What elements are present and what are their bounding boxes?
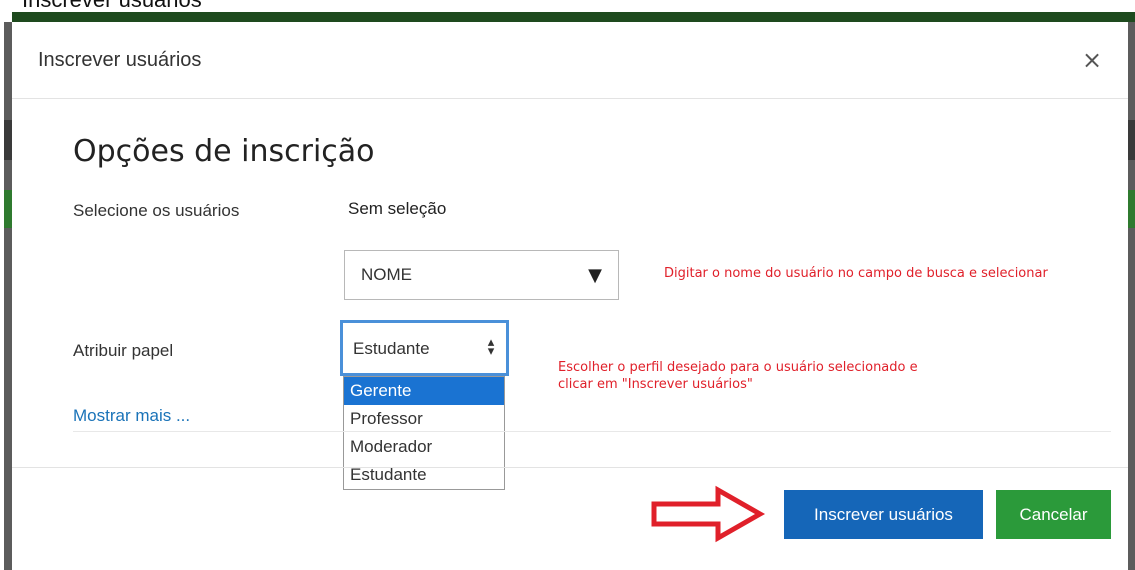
enroll-users-button[interactable]: Inscrever usuários [784,490,983,539]
modal-title: Inscrever usuários [38,49,202,71]
role-select-value: Estudante [353,339,430,358]
users-selection-status: Sem seleção [348,199,447,218]
background-green-bar-left [4,190,12,228]
modal-header: Inscrever usuários × [12,22,1128,99]
footer-divider [12,467,1128,468]
user-search-select[interactable]: NOME ▼ [344,250,619,300]
role-option-estudante[interactable]: Estudante [344,461,504,489]
show-more-link[interactable]: Mostrar mais ... [73,406,190,426]
role-option-gerente[interactable]: Gerente [344,377,504,405]
user-search-value: NOME [361,265,412,284]
name-search-hint: Digitar o nome do usuário no campo de bu… [664,266,1048,281]
background-overlay-left-mark [4,120,12,160]
section-divider [73,431,1111,432]
role-option-professor[interactable]: Professor [344,405,504,433]
right-arrow-icon [651,485,766,543]
background-overlay-left [4,22,12,570]
role-select[interactable]: Estudante ▴ ▾ [340,320,509,376]
role-hint: Escolher o perfil desejado para o usuári… [558,360,918,392]
background-overlay-right [1128,22,1135,570]
close-icon[interactable]: × [1076,44,1108,76]
background-header-bar [12,12,1135,22]
cancel-button[interactable]: Cancelar [996,490,1111,539]
up-down-arrows-icon: ▴ ▾ [487,335,495,359]
background-green-bar-right [1128,190,1135,228]
role-option-moderador[interactable]: Moderador [344,433,504,461]
role-dropdown-list: Gerente Professor Moderador Estudante [343,376,505,490]
assign-role-label: Atribuir papel [73,341,174,360]
chevron-down-icon[interactable]: ▼ [588,265,602,286]
background-overlay-right-mark [1128,120,1135,160]
section-title: Opções de inscrição [73,134,375,169]
select-users-label: Selecione os usuários [73,201,240,220]
enroll-users-modal: Inscrever usuários × Opções de inscrição… [12,22,1128,568]
